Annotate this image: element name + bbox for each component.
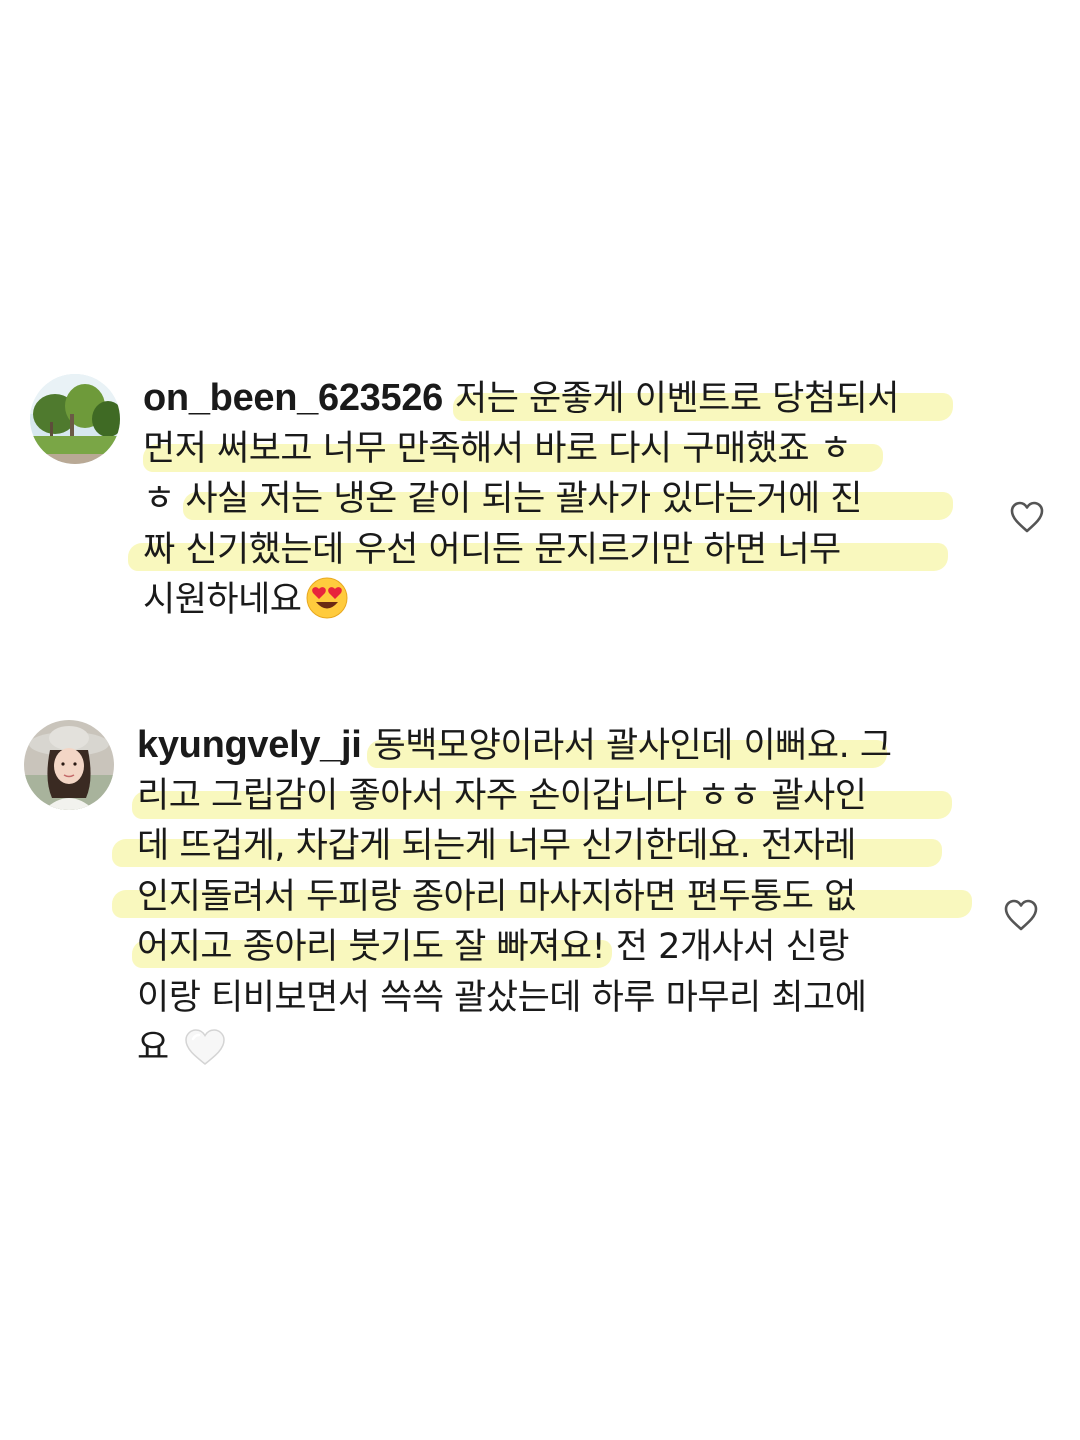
comment-line: 요 [137, 1023, 967, 1074]
comment-line: 인지돌려서 두피랑 종아리 마사지하면 편두통도 없 [112, 872, 972, 923]
comment-line-text: 이랑 티비보면서 쓱쓱 괄샀는데 하루 마무리 최고에 [137, 977, 867, 1018]
comment-line: on_been_623526 저는 운좋게 이벤트로 당첨되서 [143, 373, 973, 424]
white-heart-emoji [183, 1027, 227, 1082]
comment-text: kyungvely_ji 동백모양이라서 괄사인데 이뻐요. 그 리고 그립감이 … [112, 720, 972, 1074]
like-button[interactable] [1009, 500, 1045, 534]
like-button[interactable] [1003, 898, 1039, 932]
woman-in-hat-avatar [24, 720, 114, 810]
comment-line-text: 리고 그립감이 좋아서 자주 손이갑니다 ㅎㅎ 괄사인 [137, 775, 867, 816]
comment-line-text: 저는 운좋게 이벤트로 당첨되서 [455, 379, 899, 419]
comment-line-text: 먼저 써보고 너무 만족해서 바로 다시 구매했죠 ㅎ [143, 428, 852, 469]
comment-line-text: ㅎ 사실 저는 냉온 같이 되는 괄사가 있다는거에 진 [143, 479, 863, 519]
comment-line-text: 시원하네요 [143, 580, 302, 620]
user-avatar[interactable] [24, 720, 114, 810]
comment-line: 리고 그립감이 좋아서 자주 손이갑니다 ㅎㅎ 괄사인 [132, 771, 967, 822]
comment-line: kyungvely_ji 동백모양이라서 괄사인데 이뻐요. 그 [137, 720, 967, 771]
comment-line: ㅎ 사실 저는 냉온 같이 되는 괄사가 있다는거에 진 [143, 474, 973, 525]
comment-line-text: 데 뜨겁게, 차갑게 되는게 너무 신기한데요. 전자레 [137, 826, 857, 866]
comment-line: 시원하네요 [143, 575, 973, 626]
comment-line: 이랑 티비보면서 쓱쓱 괄샀는데 하루 마무리 최고에 [137, 973, 967, 1024]
heart-eyes-emoji [306, 577, 348, 634]
comment-line: 데 뜨겁게, 차갑게 되는게 너무 신기한데요. 전자레 [112, 821, 967, 872]
heart-outline-icon [1010, 501, 1044, 533]
comment-line-text: 어지고 종아리 붓기도 잘 빠져요! 전 2개사서 신랑 [137, 927, 849, 967]
comment-text: on_been_623526 저는 운좋게 이벤트로 당첨되서 먼저 써보고 너무… [128, 373, 973, 626]
heart-outline-icon [1004, 899, 1038, 931]
comment-line: 어지고 종아리 붓기도 잘 빠져요! 전 2개사서 신랑 [132, 922, 967, 973]
user-avatar[interactable] [30, 374, 120, 464]
comment-username[interactable]: on_been_623526 [143, 377, 443, 419]
comment-line-text: 인지돌려서 두피랑 종아리 마사지하면 편두통도 없 [137, 876, 856, 917]
comment-line-text: 짜 신기했는데 우선 어디든 문지르기만 하면 너무 [143, 529, 841, 570]
comment-line: 짜 신기했는데 우선 어디든 문지르기만 하면 너무 [128, 525, 973, 576]
forest-photo-avatar [30, 374, 120, 464]
comment-line-text: 요 [137, 1028, 169, 1068]
comments-screen: on_been_623526 저는 운좋게 이벤트로 당첨되서 먼저 써보고 너무… [0, 0, 1080, 1440]
comment-line: 먼저 써보고 너무 만족해서 바로 다시 구매했죠 ㅎ [143, 424, 973, 475]
comment-username[interactable]: kyungvely_ji [137, 724, 362, 766]
comment-line-text: 동백모양이라서 괄사인데 이뻐요. 그 [373, 726, 893, 766]
